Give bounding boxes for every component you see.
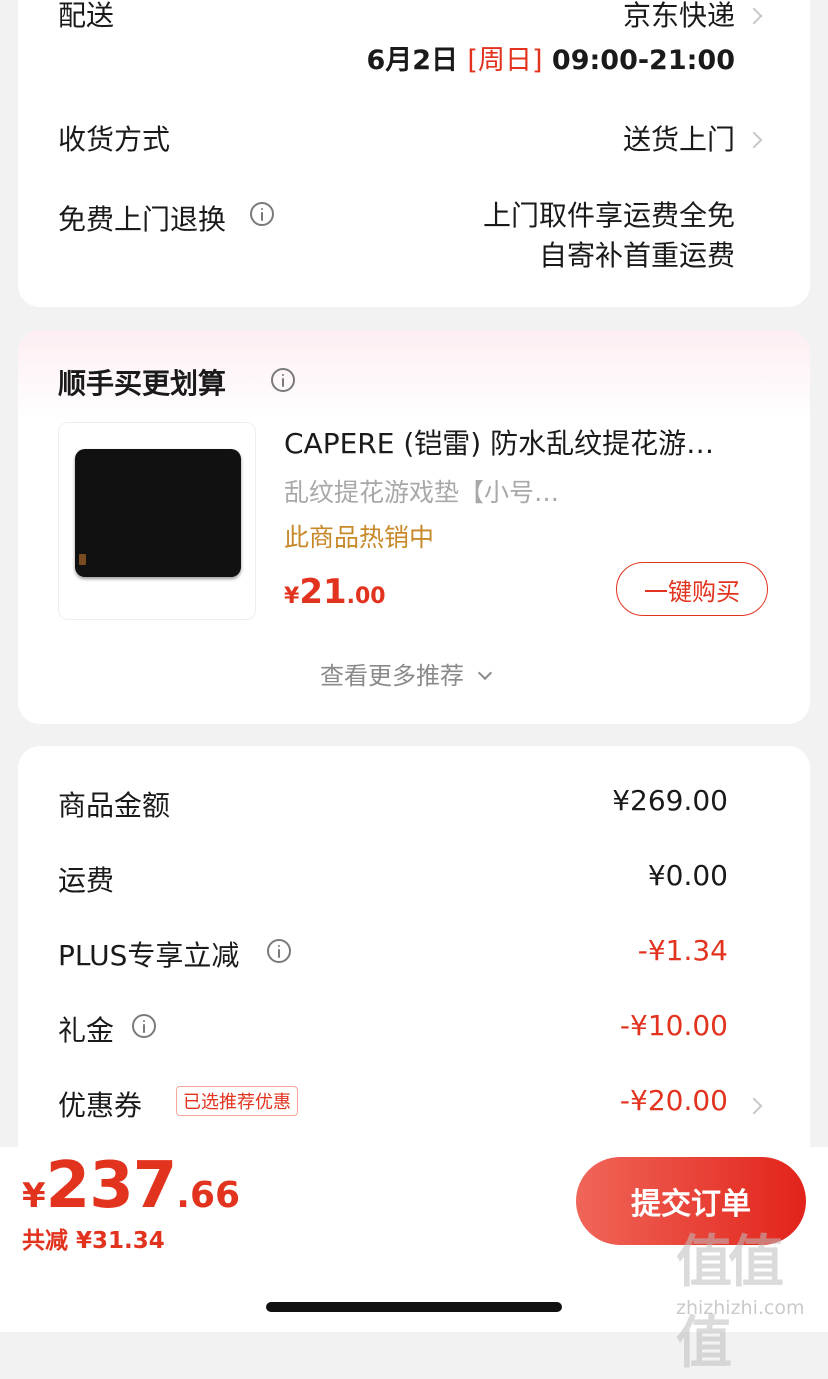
plus-discount-label: PLUS专享立减 <box>58 939 240 972</box>
one-click-buy-button[interactable]: 一键购买 <box>616 562 768 616</box>
product-price: ¥21.00 <box>284 572 386 612</box>
gift-money-value: -¥10.00 <box>619 1009 728 1042</box>
plus-discount-value: -¥1.34 <box>637 934 728 967</box>
buy-button-label: 一键购买 <box>644 577 740 606</box>
hot-selling-label: 此商品热销中 <box>284 523 435 552</box>
coupon-recommended-tag: 已选推荐优惠 <box>176 1086 298 1116</box>
total-decimal: .66 <box>176 1175 241 1216</box>
watermark-url: zhizhizhi.com <box>676 1297 805 1319</box>
goods-amount-value: ¥269.00 <box>612 784 728 817</box>
delivery-weekday: [周日] <box>467 45 543 76</box>
price-summary-card: 商品金额 ¥269.00 运费 ¥0.00 PLUS专享立减 -¥1.34 礼金… <box>18 746 810 1196</box>
delivery-label: 配送 <box>58 0 115 32</box>
delivery-card: 配送 京东快递 6月2日 [周日] 09:00-21:00 收货方式 送货上门 … <box>18 0 810 307</box>
chevron-right-icon[interactable] <box>745 7 763 25</box>
delivery-date: 6月2日 <box>366 45 459 76</box>
total-saved: 共减 ¥31.34 <box>22 1228 165 1254</box>
receive-method-label: 收货方式 <box>58 123 171 156</box>
more-recommendations-link[interactable]: 查看更多推荐 <box>320 656 492 691</box>
more-recommendations-label: 查看更多推荐 <box>320 662 464 690</box>
free-return-line1: 上门取件享运费全免 <box>482 199 735 232</box>
price-currency: ¥ <box>284 584 300 609</box>
shipping-fee-value: ¥0.00 <box>647 859 728 892</box>
receive-method-value[interactable]: 送货上门 <box>623 118 735 158</box>
gift-money-label: 礼金 <box>58 1014 115 1047</box>
chevron-right-icon[interactable] <box>745 131 763 149</box>
free-return-label: 免费上门退换 <box>58 203 227 236</box>
coupon-label: 优惠券 <box>58 1089 143 1122</box>
product-subtitle: 乱纹提花游戏垫【小号… <box>284 478 560 507</box>
price-integer: 21 <box>299 572 347 612</box>
shipping-fee-label: 运费 <box>58 864 115 897</box>
total-currency: ¥ <box>22 1176 46 1216</box>
total-integer: 237 <box>45 1149 178 1223</box>
info-icon[interactable] <box>267 939 291 963</box>
mousepad-image <box>75 449 241 577</box>
delivery-carrier[interactable]: 京东快递 <box>623 0 735 34</box>
info-icon[interactable] <box>250 202 274 226</box>
free-return-line2: 自寄补首重运费 <box>538 239 735 272</box>
goods-amount-label: 商品金额 <box>58 789 171 822</box>
delivery-time[interactable]: 6月2日 [周日] 09:00-21:00 <box>366 38 735 77</box>
delivery-hours: 09:00-21:00 <box>551 45 735 76</box>
upsell-title: 顺手买更划算 <box>58 367 227 400</box>
price-decimal: .00 <box>346 584 386 609</box>
upsell-card: 顺手买更划算 CAPERE (铠雷) 防水乱纹提花游… 乱纹提花游戏垫【小号… … <box>18 330 810 724</box>
chevron-down-icon <box>477 665 492 681</box>
home-indicator[interactable] <box>266 1302 562 1312</box>
chevron-right-icon[interactable] <box>745 1097 763 1115</box>
total-price: ¥237.66 <box>22 1149 240 1223</box>
product-image[interactable] <box>58 422 256 620</box>
product-title[interactable]: CAPERE (铠雷) 防水乱纹提花游… <box>284 422 714 462</box>
coupon-value[interactable]: -¥20.00 <box>620 1084 728 1117</box>
info-icon[interactable] <box>271 368 295 392</box>
info-icon[interactable] <box>132 1014 156 1038</box>
